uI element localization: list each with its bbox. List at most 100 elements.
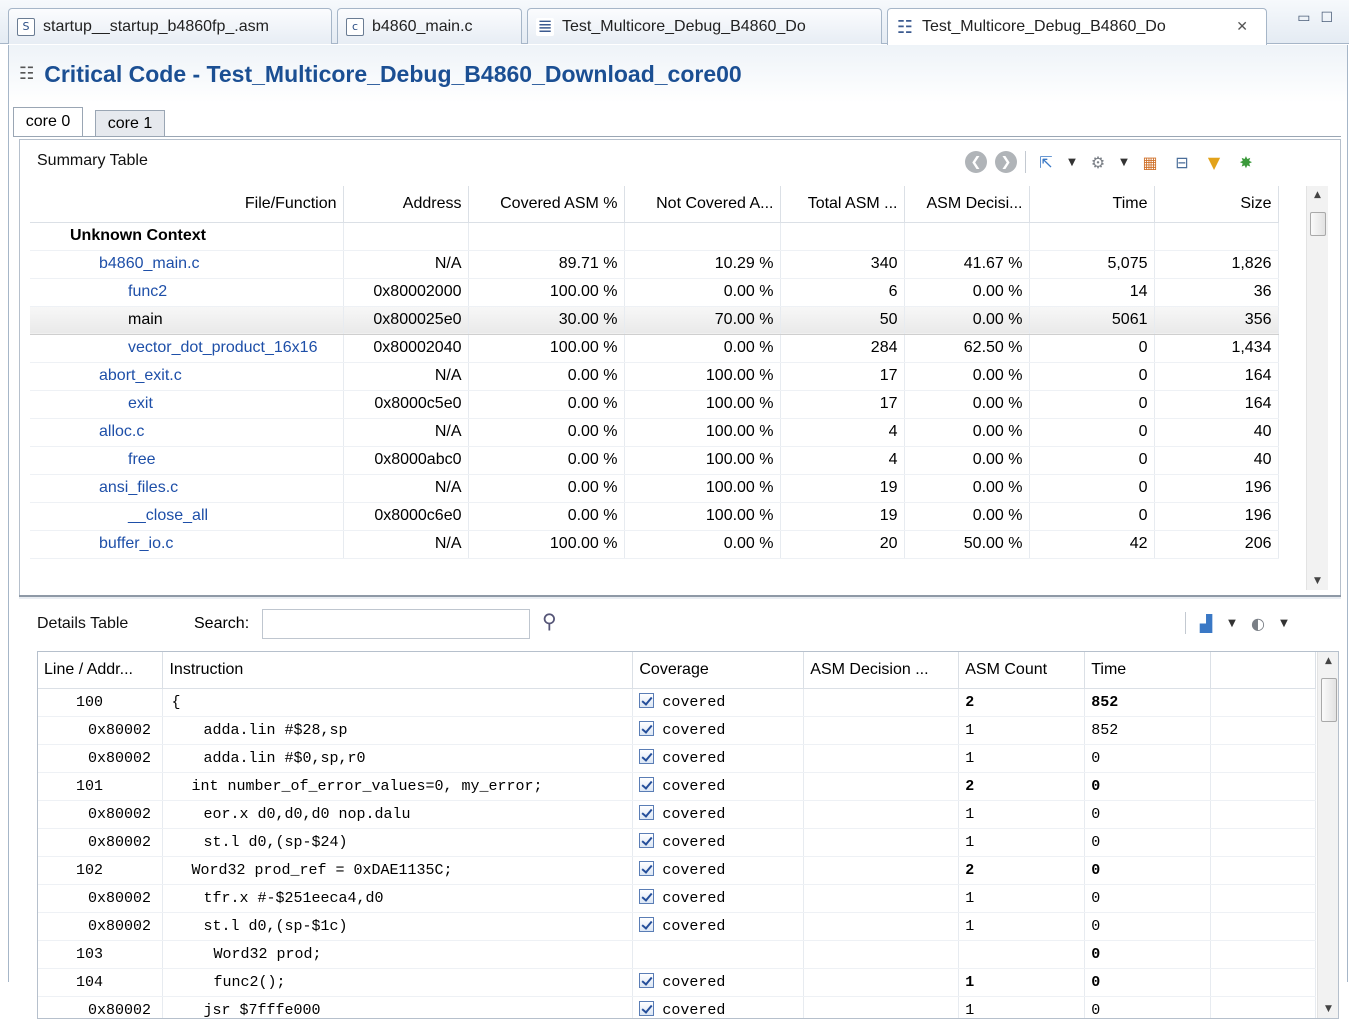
table-row[interactable]: b4860_main.c N/A 89.71 % 10.29 % 340 41.67 % 5…: [30, 250, 1279, 279]
time-cell: 0: [1084, 744, 1212, 773]
table-row[interactable]: ansi_files.c N/A 0.00 % 100.00 % 19 0.00 % 0 19…: [30, 474, 1279, 503]
configure-columns-icon[interactable]: ▦: [1138, 150, 1162, 174]
table-row[interactable]: 0x80002 jsr $7fffe000 covered 1 0: [38, 996, 1316, 1018]
pin-icon[interactable]: ✸: [1234, 150, 1258, 174]
search-input[interactable]: [262, 609, 530, 639]
scroll-down-icon[interactable]: ▼: [1307, 572, 1328, 590]
column-header-asm-decision[interactable]: ASM Decisi...: [904, 186, 1030, 223]
summary-scrollbar[interactable]: ▲ ▼: [1306, 186, 1328, 590]
column-header-asm-count[interactable]: ASM Count: [958, 652, 1086, 689]
coverage-label: covered: [662, 974, 726, 991]
close-icon[interactable]: ✕: [1236, 19, 1248, 35]
table-cell: 100.00 %: [624, 502, 781, 531]
column-header-file-function[interactable]: File/Function: [30, 186, 344, 223]
table-row[interactable]: 0x80002 eor.x d0,d0,d0 nop.dalu covered 1 0: [38, 800, 1316, 829]
column-header-not-covered-asm[interactable]: Not Covered A...: [624, 186, 781, 223]
gear-icon[interactable]: ⚙: [1086, 150, 1110, 174]
time-cell: 0: [1084, 940, 1212, 969]
table-row[interactable]: exit 0x8000c5e0 0.00 % 100.00 % 17 0.00 % 0 164: [30, 390, 1279, 419]
forward-icon[interactable]: ❯: [995, 151, 1017, 173]
column-header-line-addr[interactable]: Line / Addr...: [38, 652, 164, 689]
table-cell: 0.00 %: [624, 334, 781, 363]
chevron-down-icon[interactable]: ▼: [1278, 611, 1290, 635]
table-row[interactable]: 101 int number_of_error_values=0, my_erro…: [38, 772, 1316, 801]
maximize-icon[interactable]: ☐: [1320, 10, 1333, 26]
tab-test-multicore-report[interactable]: ≣ Test_Multicore_Debug_B4860_Do: [527, 8, 882, 44]
details-section: Details Table Search: ⚲ ▟ ▼ ◐ ▼ Line / A…: [19, 601, 1341, 1021]
column-header-time[interactable]: Time: [1029, 186, 1155, 223]
table-row[interactable]: free 0x8000abc0 0.00 % 100.00 % 4 0.00 % 0 40: [30, 446, 1279, 475]
column-header-address[interactable]: Address: [343, 186, 469, 223]
table-cell: 50.00 %: [904, 530, 1030, 559]
checkbox-checked-icon: [639, 777, 655, 792]
summary-table: File/Function Address Covered ASM % Not …: [30, 186, 1279, 559]
table-cell: 164: [1154, 390, 1279, 419]
line-addr-cell: 0x80002: [38, 828, 164, 857]
asm-count-cell: 1: [958, 996, 1086, 1018]
checkbox-checked-icon: [639, 693, 655, 708]
table-row[interactable]: 0x80002 tfr.x #-$251eeca4,d0 covered 1 0: [38, 884, 1316, 913]
asm-count-cell: 1: [958, 800, 1086, 829]
asm-decision-cell: [803, 856, 960, 885]
table-row[interactable]: __close_all 0x8000c6e0 0.00 % 100.00 % 19 0.0…: [30, 502, 1279, 531]
scroll-up-icon[interactable]: ▲: [1307, 186, 1328, 204]
table-row[interactable]: 100{covered 2 852: [38, 688, 1316, 717]
table-row[interactable]: vector_dot_product_16x16 0x80002040 100.00…: [30, 334, 1279, 363]
chevron-down-icon[interactable]: ▼: [1118, 150, 1130, 174]
table-cell: 0.00 %: [468, 418, 625, 447]
table-cell: 206: [1154, 530, 1279, 559]
table-row[interactable]: 0x80002 adda.lin #$0,sp,r0 covered 1 0: [38, 744, 1316, 773]
time-cell: 0: [1084, 772, 1212, 801]
tab-core-0[interactable]: core 0: [13, 107, 83, 137]
table-row[interactable]: Unknown Context: [30, 222, 1279, 251]
tab-startup-asm[interactable]: S startup__startup_b4860fp_.asm: [8, 8, 332, 44]
source-view-icon[interactable]: ◐: [1246, 611, 1270, 635]
table-row[interactable]: 0x80002 st.l d0,(sp-$24) covered 1 0: [38, 828, 1316, 857]
table-cell: 89.71 %: [468, 250, 625, 279]
column-header-covered-asm[interactable]: Covered ASM %: [468, 186, 625, 223]
table-cell: 0.00 %: [468, 474, 625, 503]
scroll-down-icon[interactable]: ▼: [1318, 1000, 1338, 1018]
column-header-coverage[interactable]: Coverage: [632, 652, 805, 689]
chevron-down-icon[interactable]: ▼: [1066, 150, 1078, 174]
column-header-time[interactable]: Time: [1084, 652, 1212, 689]
instruction-cell: jsr $7fffe000: [162, 996, 634, 1018]
column-header-size[interactable]: Size: [1154, 186, 1279, 223]
tab-core-1[interactable]: core 1: [95, 110, 165, 137]
scroll-thumb[interactable]: [1321, 678, 1337, 722]
tab-b4860-main-c[interactable]: c b4860_main.c: [337, 8, 522, 44]
table-row[interactable]: func2 0x80002000 100.00 % 0.00 % 6 0.00 % 14 36: [30, 278, 1279, 307]
table-row[interactable]: 102 Word32 prod_ref = 0xDAE1135C; covered 2…: [38, 856, 1316, 885]
minimize-icon[interactable]: ▭: [1297, 10, 1310, 26]
table-row[interactable]: 104 func2(); covered 1 0: [38, 968, 1316, 997]
column-header-total-asm[interactable]: Total ASM ...: [780, 186, 905, 223]
instruction-cell: adda.lin #$0,sp,r0: [162, 744, 634, 773]
filler-cell: [1210, 940, 1316, 969]
table-row[interactable]: main 0x800025e0 30.00 % 70.00 % 50 0.00 % 5061…: [30, 305, 1279, 335]
column-header-instruction[interactable]: Instruction: [162, 652, 634, 689]
summary-table-viewport: File/Function Address Covered ASM % Not …: [30, 186, 1303, 590]
table-row[interactable]: abort_exit.c N/A 0.00 % 100.00 % 17 0.00 % 0 16…: [30, 362, 1279, 391]
tab-test-multicore-table[interactable]: ☷ Test_Multicore_Debug_B4860_Do ✕: [887, 8, 1267, 45]
scroll-up-icon[interactable]: ▲: [1318, 652, 1338, 670]
filter-icon[interactable]: ▼: [1202, 150, 1226, 174]
export-icon[interactable]: ⇱: [1034, 150, 1058, 174]
chevron-down-icon[interactable]: ▼: [1226, 611, 1238, 635]
chart-icon[interactable]: ▟: [1194, 611, 1218, 635]
table-row[interactable]: alloc.c N/A 0.00 % 100.00 % 4 0.00 % 0 40: [30, 418, 1279, 447]
coverage-cell: [632, 940, 805, 969]
details-scrollbar[interactable]: ▲ ▼: [1317, 652, 1338, 1018]
table-row[interactable]: 0x80002 adda.lin #$28,sp covered 1 852: [38, 716, 1316, 745]
report-icon: ≣: [536, 16, 554, 37]
sash-splitter[interactable]: [19, 595, 1341, 599]
scroll-thumb[interactable]: [1310, 212, 1326, 236]
column-header-asm-decision[interactable]: ASM Decision ...: [803, 652, 960, 689]
back-icon[interactable]: ❮: [965, 151, 987, 173]
table-cell: 356: [1154, 305, 1279, 335]
search-icon[interactable]: ⚲: [542, 609, 557, 633]
table-row[interactable]: 0x80002 st.l d0,(sp-$1c) covered 1 0: [38, 912, 1316, 941]
table-cell: 5,075: [1029, 250, 1155, 279]
table-row[interactable]: buffer_io.c N/A 100.00 % 0.00 % 20 50.00 % 42 2…: [30, 530, 1279, 559]
table-row[interactable]: 103 Word32 prod; 0: [38, 940, 1316, 969]
collapse-all-icon[interactable]: ⊟: [1170, 150, 1194, 174]
